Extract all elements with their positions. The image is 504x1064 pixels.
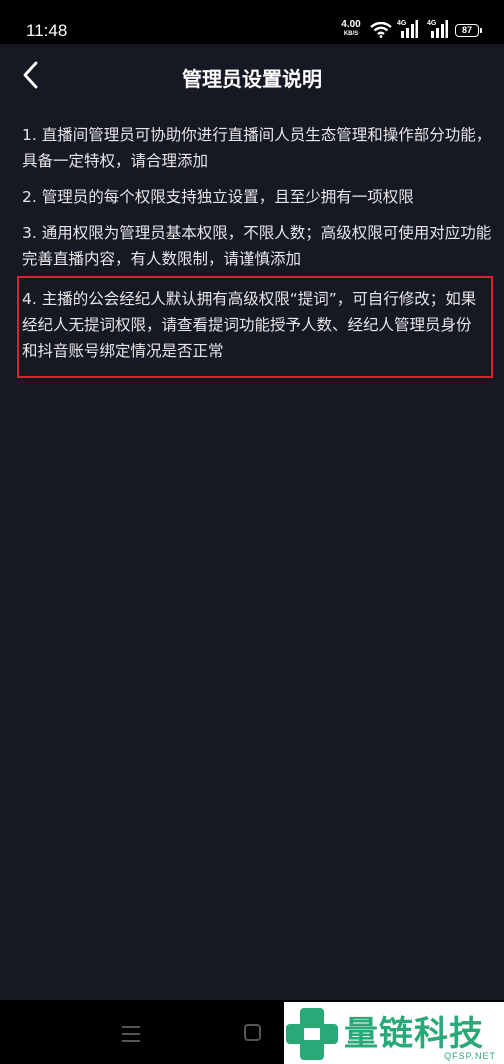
- instruction-item-4: 4. 主播的公会经纪人默认拥有高级权限“提词”，可自行修改；如果经纪人无提词权限…: [22, 290, 477, 360]
- signal-icon: [401, 20, 418, 38]
- instruction-item-2: 2. 管理员的每个权限支持独立设置，且至少拥有一项权限: [22, 188, 414, 206]
- status-time: 11:48: [26, 21, 68, 40]
- watermark: 量链科技 QFSP.NET: [284, 1002, 504, 1064]
- battery-level: 87: [461, 25, 472, 35]
- status-bar: 11:48 4.00 KB/S 4G 4G 87: [0, 0, 504, 44]
- instruction-item-1: 1. 直播间管理员可协助你进行直播间人员生态管理和操作部分功能，具备一定特权，请…: [22, 126, 492, 170]
- wifi-icon: [370, 22, 392, 38]
- menu-icon[interactable]: [122, 1026, 140, 1047]
- signal-icon-2: [431, 20, 448, 38]
- network-speed-unit: KB/S: [343, 31, 359, 37]
- page-title: 管理员设置说明: [182, 67, 322, 91]
- instruction-item-3: 3. 通用权限为管理员基本权限，不限人数；高级权限可使用对应功能完善直播内容，有…: [22, 224, 492, 268]
- watermark-url: QFSP.NET: [444, 1051, 496, 1061]
- network-speed: 4.00 KB/S: [338, 19, 364, 38]
- battery-icon: 87: [455, 24, 482, 37]
- watermark-brand: 量链科技: [344, 1014, 484, 1054]
- network-speed-value: 4.00: [341, 19, 361, 30]
- home-icon[interactable]: [244, 1024, 261, 1041]
- instructions-list: 1. 直播间管理员可协助你进行直播间人员生态管理和操作部分功能，具备一定特权，请…: [22, 122, 492, 282]
- header: 管理员设置说明: [0, 44, 504, 108]
- brand-logo-icon: [286, 1008, 338, 1060]
